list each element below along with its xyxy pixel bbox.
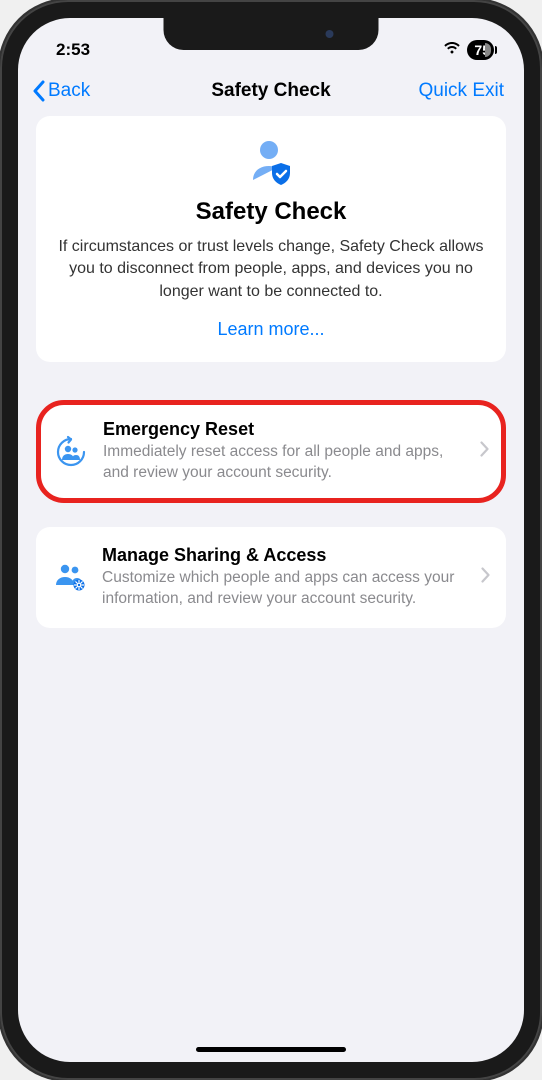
notch bbox=[164, 18, 379, 50]
manage-sharing-title: Manage Sharing & Access bbox=[102, 545, 467, 566]
screen: 2:53 75 Back Safety Check Quick Exit bbox=[18, 18, 524, 1062]
intro-card: Safety Check If circumstances or trust l… bbox=[36, 116, 506, 362]
manage-sharing-button[interactable]: Manage Sharing & Access Customize which … bbox=[36, 527, 506, 628]
back-button[interactable]: Back bbox=[32, 80, 90, 102]
nav-bar: Back Safety Check Quick Exit bbox=[18, 68, 524, 116]
learn-more-link[interactable]: Learn more... bbox=[56, 319, 486, 340]
emergency-reset-button[interactable]: Emergency Reset Immediately reset access… bbox=[36, 400, 506, 503]
manage-sharing-icon bbox=[52, 561, 88, 593]
emergency-reset-title: Emergency Reset bbox=[103, 419, 466, 440]
intro-title: Safety Check bbox=[56, 198, 486, 226]
home-indicator[interactable] bbox=[196, 1047, 346, 1052]
status-time: 2:53 bbox=[56, 40, 90, 60]
chevron-right-icon bbox=[481, 567, 490, 588]
person-shield-icon bbox=[56, 138, 486, 188]
battery-indicator: 75 bbox=[467, 40, 494, 60]
page-title: Safety Check bbox=[211, 80, 330, 102]
chevron-left-icon bbox=[32, 80, 46, 102]
chevron-right-icon bbox=[480, 441, 489, 462]
emergency-reset-description: Immediately reset access for all people … bbox=[103, 442, 466, 484]
emergency-reset-icon bbox=[53, 435, 89, 469]
quick-exit-button[interactable]: Quick Exit bbox=[418, 80, 504, 102]
intro-description: If circumstances or trust levels change,… bbox=[56, 236, 486, 303]
phone-frame: 2:53 75 Back Safety Check Quick Exit bbox=[0, 0, 542, 1080]
back-label: Back bbox=[48, 80, 90, 102]
wifi-icon bbox=[443, 40, 461, 60]
manage-sharing-description: Customize which people and apps can acce… bbox=[102, 568, 467, 610]
